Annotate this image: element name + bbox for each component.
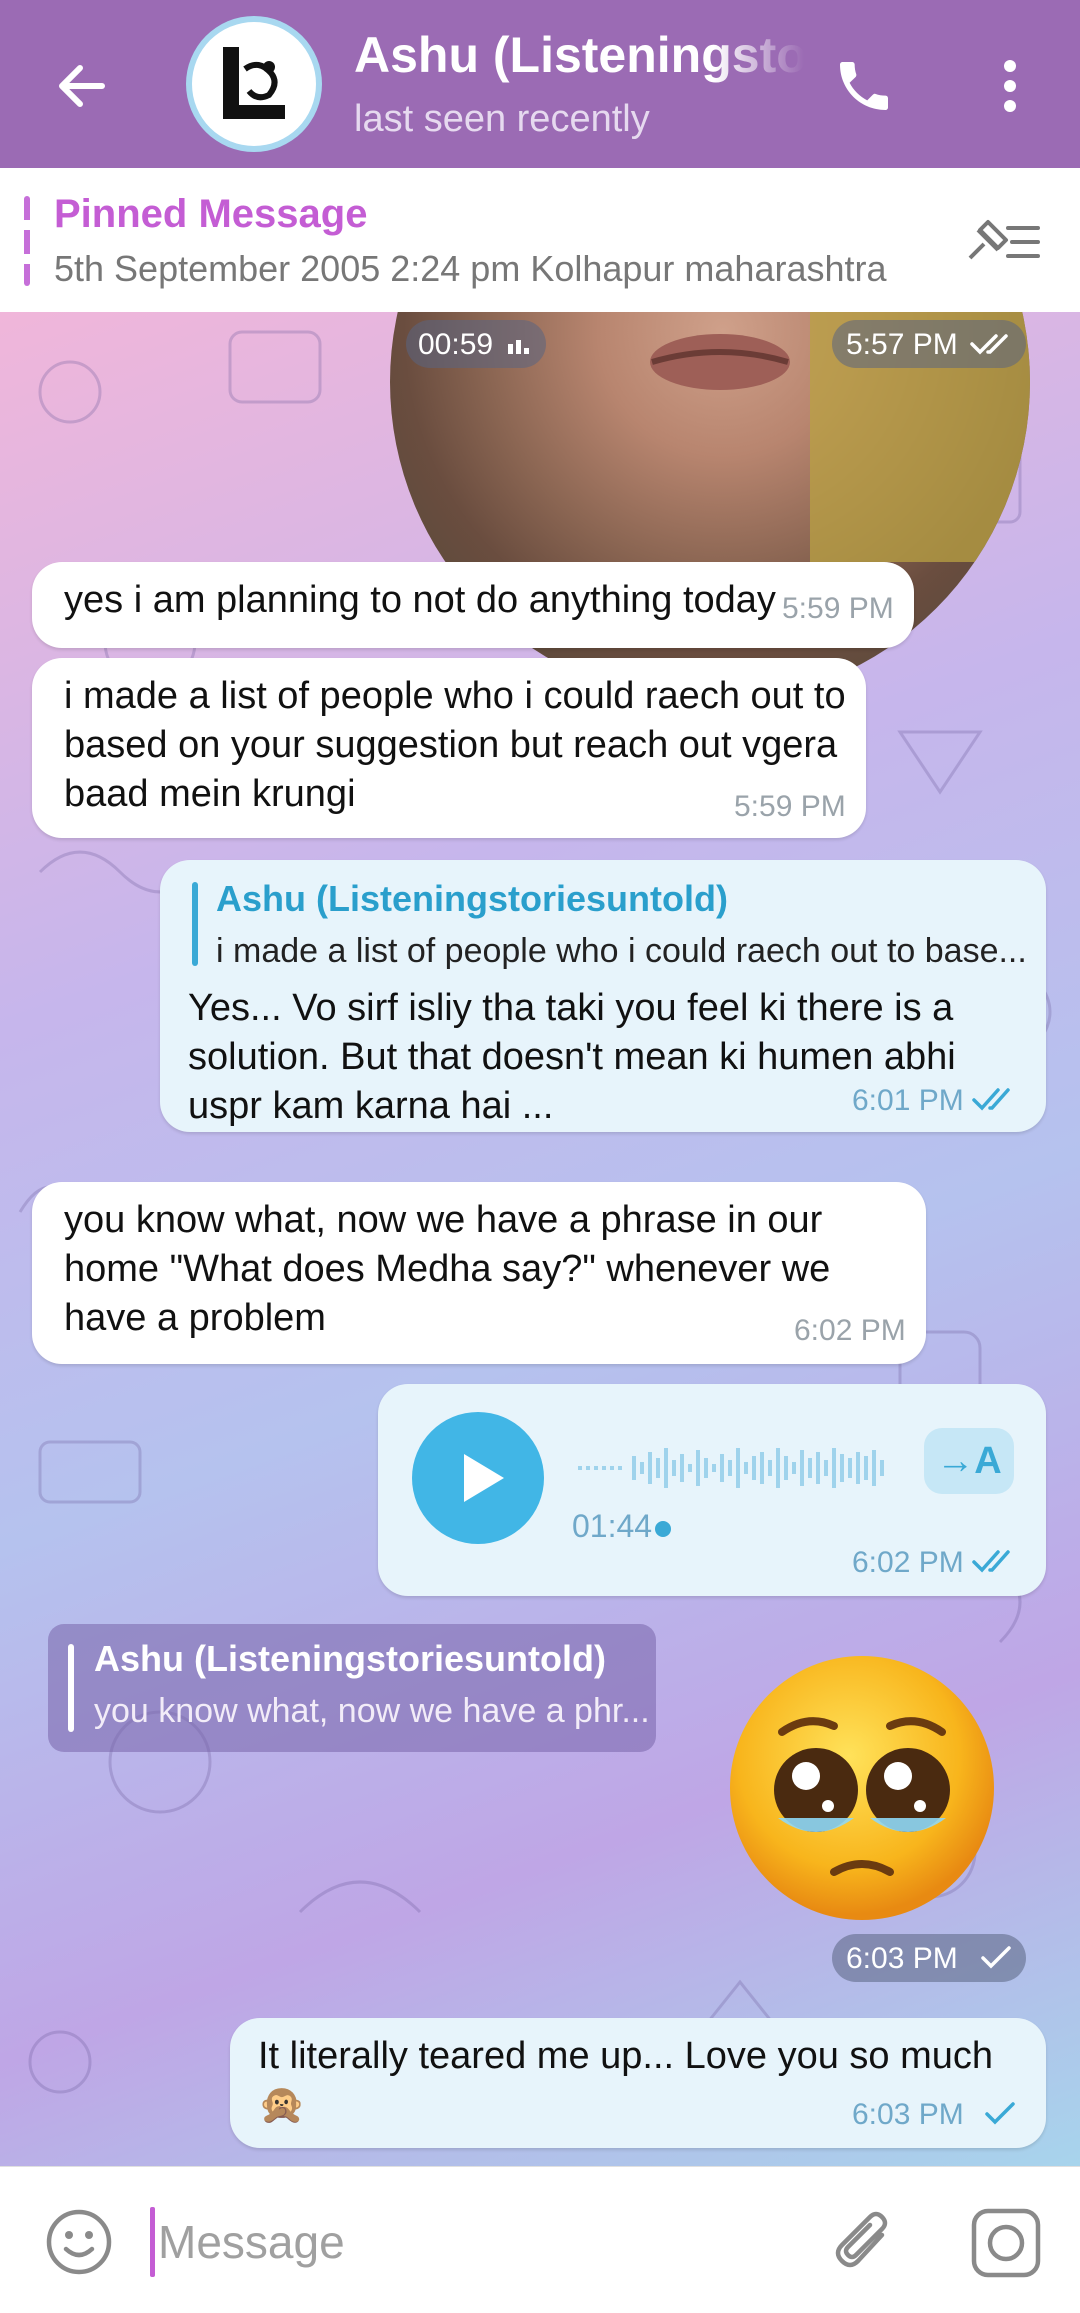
reply-quote-card[interactable]: Ashu (Listeningstoriesuntold) you know w… xyxy=(48,1624,656,1752)
message-time: 6:03 PM xyxy=(852,2098,964,2131)
contact-avatar[interactable] xyxy=(192,22,316,146)
double-check-icon xyxy=(970,334,1008,355)
arrow-left-icon xyxy=(59,65,105,107)
attach-button[interactable] xyxy=(830,2205,900,2281)
voice-waveform xyxy=(578,1448,884,1488)
play-icon xyxy=(464,1454,504,1502)
pleading-face-icon xyxy=(730,1656,994,1920)
video-duration-pill: 00:59 xyxy=(406,320,546,368)
message-text: you know what, now we have a phrase in o… xyxy=(64,1199,831,1339)
call-button[interactable] xyxy=(832,54,896,118)
message-input[interactable] xyxy=(158,2207,798,2277)
pinned-indicator xyxy=(24,196,30,286)
message-time: 6:01 PM xyxy=(852,1084,964,1117)
message-time: 5:59 PM xyxy=(734,790,846,823)
double-check-icon xyxy=(972,1550,1010,1573)
video-time-pill: 5:57 PM xyxy=(832,320,1026,368)
last-seen-status: last seen recently xyxy=(354,98,650,140)
camera-icon xyxy=(971,2208,1041,2278)
voice-duration: 01:44 xyxy=(572,1508,653,1544)
sound-icon xyxy=(508,340,529,354)
message-outgoing[interactable]: It literally teared me up... Love you so… xyxy=(230,2018,1046,2148)
reply-quote-bar xyxy=(68,1644,74,1732)
paperclip-icon xyxy=(835,2211,888,2268)
pinned-message-bar[interactable]: Pinned Message 5th September 2005 2:24 p… xyxy=(0,168,1080,313)
double-check-icon xyxy=(972,1088,1010,1111)
message-time: 6:03 PM xyxy=(846,1942,958,1975)
message-incoming[interactable]: you know what, now we have a phrase in o… xyxy=(32,1182,926,1364)
reply-quoted-text: i made a list of people who i could raec… xyxy=(216,932,1027,970)
phone-icon xyxy=(840,62,888,110)
message-text: yes i am planning to not do anything tod… xyxy=(64,579,776,621)
camera-button[interactable] xyxy=(970,2207,1042,2279)
emoji-button[interactable] xyxy=(44,2207,114,2277)
message-outgoing[interactable]: Ashu (Listeningstoriesuntold) i made a l… xyxy=(160,860,1046,1132)
single-check-icon xyxy=(981,1946,1011,1969)
reply-sender-name: Ashu (Listeningstoriesuntold) xyxy=(216,878,728,919)
message-incoming[interactable]: yes i am planning to not do anything tod… xyxy=(32,562,914,648)
contact-name[interactable]: Ashu (Listeningstoriesuntold) xyxy=(354,26,804,90)
unplayed-dot-icon xyxy=(655,1521,671,1537)
back-button[interactable] xyxy=(52,56,112,116)
message-time: 6:02 PM xyxy=(794,1314,906,1347)
chat-header: Ashu (Listeningstoriesuntold) last seen … xyxy=(0,0,1080,168)
voice-message-outgoing[interactable]: →A 01:44 6:02 PM xyxy=(378,1384,1046,1596)
emoji-time-pill: 6:03 PM xyxy=(832,1934,1026,1982)
pinned-list-button[interactable] xyxy=(962,212,1044,272)
message-incoming[interactable]: i made a list of people who i could raec… xyxy=(32,658,866,838)
play-button[interactable] xyxy=(412,1412,544,1544)
more-options-button[interactable] xyxy=(990,56,1030,116)
chat-area[interactable]: 00:59 5:57 PM yes i am planning to not d… xyxy=(0,312,1080,2166)
single-check-icon xyxy=(985,2102,1015,2125)
emoji-smile-icon xyxy=(46,2209,112,2275)
avatar-logo-icon xyxy=(223,47,285,119)
reply-quote-bar xyxy=(192,882,198,966)
reply-sender-name: Ashu (Listeningstoriesuntold) xyxy=(94,1638,606,1679)
reply-quoted-text: you know what, now we have a phr... xyxy=(94,1692,650,1730)
text-caret xyxy=(150,2207,155,2277)
video-duration: 00:59 xyxy=(418,328,494,361)
video-time: 5:57 PM xyxy=(846,328,958,361)
message-time: 5:59 PM xyxy=(782,592,894,625)
pinned-list-icon xyxy=(968,220,1040,260)
more-vert-icon xyxy=(1004,60,1016,112)
message-time: 6:02 PM xyxy=(852,1546,964,1579)
transcribe-button[interactable]: →A xyxy=(924,1428,1014,1494)
pinned-label: Pinned Message xyxy=(54,192,368,236)
message-composer xyxy=(0,2166,1080,2313)
pleading-face-emoji[interactable] xyxy=(724,1650,1000,1926)
pinned-text: 5th September 2005 2:24 pm Kolhapur maha… xyxy=(54,248,887,289)
